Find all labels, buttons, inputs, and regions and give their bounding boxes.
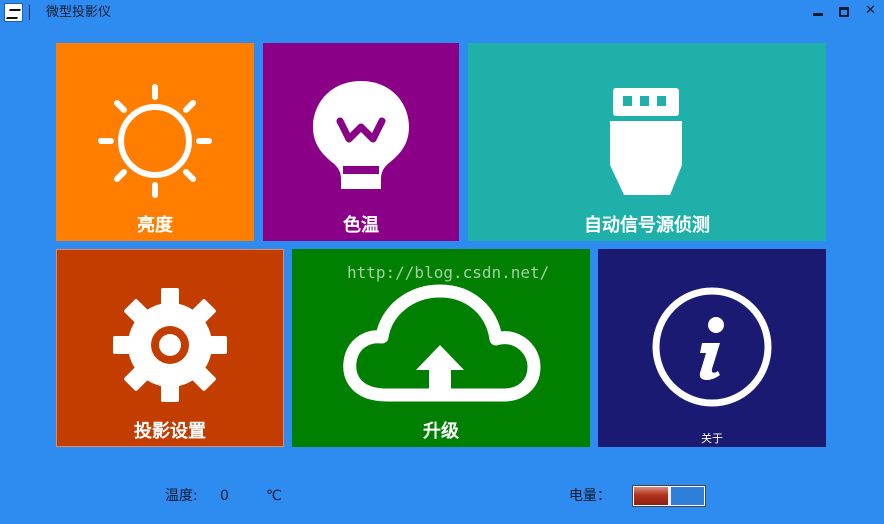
temperature-value: 0 xyxy=(220,488,229,504)
battery-label: 电量： xyxy=(569,488,611,504)
watermark-text: http://blog.csdn.net/ xyxy=(347,263,550,282)
about-label: 关于 xyxy=(701,432,723,445)
title-bar: 微型投影仪 ✕ xyxy=(0,0,884,26)
battery-indicator xyxy=(632,485,706,507)
battery-level-marker xyxy=(668,487,671,505)
app-icon xyxy=(4,3,23,22)
title-separator xyxy=(29,5,30,20)
close-button[interactable]: ✕ xyxy=(865,4,877,17)
about-tile[interactable]: 关于 xyxy=(598,249,826,447)
window-title: 微型投影仪 xyxy=(46,5,112,20)
info-icon xyxy=(652,287,772,407)
brightness-label: 亮度 xyxy=(137,215,173,236)
brightness-tile[interactable]: 亮度 xyxy=(56,43,254,241)
color-temp-tile[interactable]: 色温 xyxy=(263,43,459,241)
temperature-unit: ℃ xyxy=(266,488,282,504)
signal-detect-label: 自动信号源侦测 xyxy=(584,215,710,236)
projection-settings-label: 投影设置 xyxy=(134,421,206,442)
color-temp-label: 色温 xyxy=(343,215,379,236)
projection-settings-tile[interactable]: 投影设置 xyxy=(56,249,284,447)
upgrade-label: 升级 xyxy=(423,421,459,442)
maximize-button[interactable] xyxy=(838,6,850,18)
battery-level-fill xyxy=(634,487,669,505)
signal-detect-tile[interactable]: 自动信号源侦测 xyxy=(468,43,826,241)
temperature-label: 温度: xyxy=(165,488,198,504)
minimize-button[interactable] xyxy=(812,6,824,18)
